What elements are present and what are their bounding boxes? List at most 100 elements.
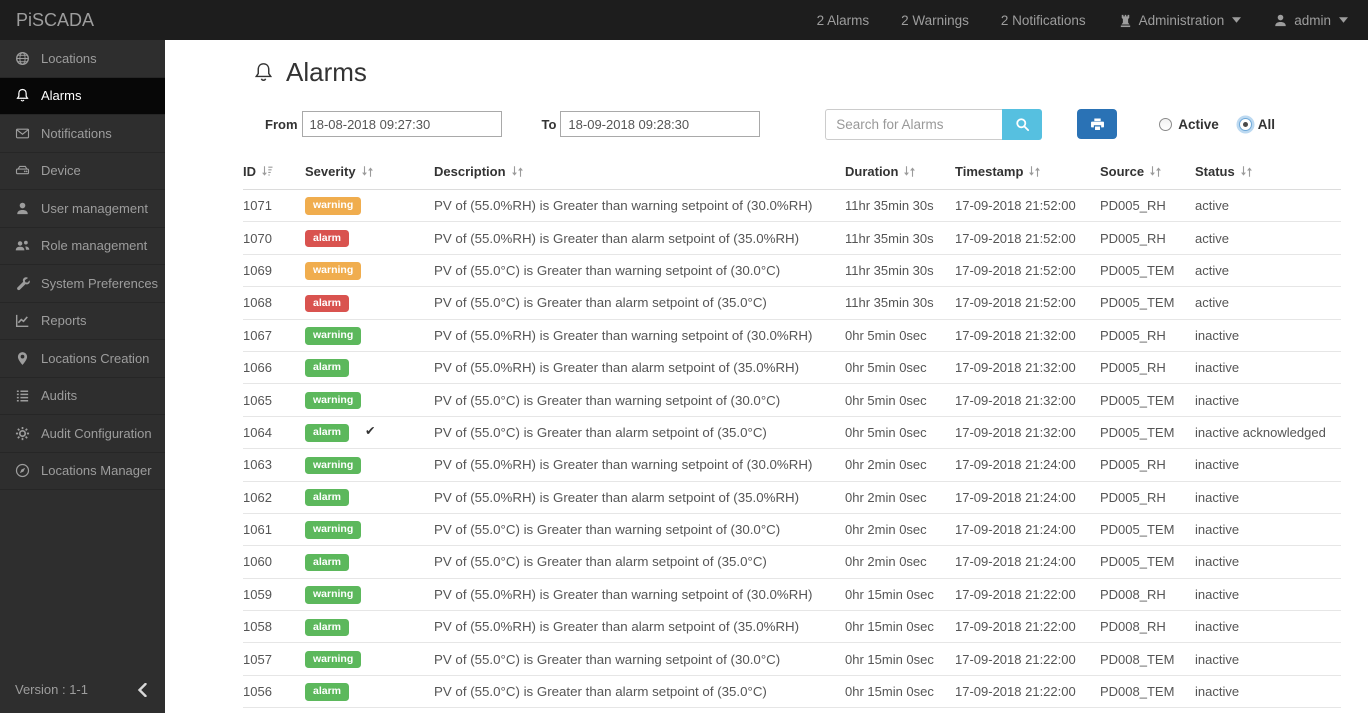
table-row[interactable]: 1059 warning✔ PV of (55.0%RH) is Greater… — [243, 578, 1341, 612]
sidebar-item-locations-manager[interactable]: Locations Manager — [0, 453, 165, 490]
alarm-source: PD005_TEM — [1100, 416, 1195, 450]
search-icon — [1015, 117, 1030, 132]
navbar-notifications-count[interactable]: 2 Notifications — [1001, 13, 1086, 28]
column-header-source[interactable]: Source — [1100, 156, 1195, 190]
sort-icon — [511, 165, 524, 178]
column-header-id[interactable]: ID — [243, 156, 305, 190]
alarm-timestamp: 17-09-2018 21:22:00 — [955, 675, 1100, 709]
sidebar-item-audit-configuration[interactable]: Audit Configuration — [0, 415, 165, 453]
alarm-id: 1060 — [243, 545, 305, 579]
table-row[interactable]: 1058 alarm✔ PV of (55.0%RH) is Greater t… — [243, 610, 1341, 644]
table-row[interactable]: 1063 warning✔ PV of (55.0%RH) is Greater… — [243, 448, 1341, 482]
to-date-input[interactable] — [560, 111, 761, 137]
table-row[interactable]: 1064 alarm ✔ PV of (55.0°C) is Greater th… — [243, 416, 1341, 450]
sidebar-nav: Locations Alarms Notifications Device Us… — [0, 40, 165, 490]
sidebar-item-user-management[interactable]: User management — [0, 190, 165, 228]
sidebar-item-locations[interactable]: Locations — [0, 40, 165, 78]
brand-logo[interactable]: PiSCADA — [0, 10, 110, 31]
table-row[interactable]: 1065 warning✔ PV of (55.0°C) is Greater … — [243, 383, 1341, 417]
sidebar-item-label: Locations Creation — [41, 350, 150, 366]
column-header-status[interactable]: Status — [1195, 156, 1341, 190]
alarm-duration: 11hr 35min 30s — [845, 286, 955, 320]
column-header-severity[interactable]: Severity — [305, 156, 434, 190]
navbar-alarms-count[interactable]: 2 Alarms — [817, 13, 870, 28]
table-row[interactable]: 1071 warning✔ PV of (55.0%RH) is Greater… — [243, 189, 1341, 223]
severity-badge: alarm — [305, 424, 350, 442]
sidebar-item-audits[interactable]: Audits — [0, 378, 165, 415]
alarm-id: 1065 — [243, 383, 305, 417]
severity-cell: alarm✔ — [305, 610, 434, 644]
navbar-right: 2 Alarms 2 Warnings 2 Notifications Admi… — [817, 13, 1368, 28]
search-input[interactable] — [825, 108, 1003, 140]
column-header-label: ID — [243, 164, 256, 179]
alarm-duration: 0hr 2min 0sec — [845, 448, 955, 482]
sidebar-item-system-preferences[interactable]: System Preferences — [0, 265, 165, 303]
alarm-timestamp: 17-09-2018 21:24:00 — [955, 513, 1100, 547]
radio-option-all[interactable]: All — [1238, 116, 1275, 132]
severity-badge: warning — [305, 586, 362, 604]
navbar-warnings-count[interactable]: 2 Warnings — [901, 13, 969, 28]
sidebar-item-notifications[interactable]: Notifications — [0, 115, 165, 153]
table-row[interactable]: 1057 warning✔ PV of (55.0°C) is Greater … — [243, 642, 1341, 676]
sidebar-item-role-management[interactable]: Role management — [0, 228, 165, 265]
table-row[interactable]: 1066 alarm✔ PV of (55.0%RH) is Greater t… — [243, 351, 1341, 385]
sidebar-item-alarms[interactable]: Alarms — [0, 77, 165, 115]
table-row[interactable]: 1070 alarm✔ PV of (55.0%RH) is Greater t… — [243, 221, 1341, 255]
alarm-description: PV of (55.0%RH) is Greater than warning … — [434, 319, 845, 352]
table-row[interactable]: 1060 alarm✔ PV of (55.0°C) is Greater th… — [243, 545, 1341, 579]
severity-badge: alarm — [305, 488, 350, 507]
alarm-duration: 11hr 35min 30s — [845, 254, 955, 288]
alarm-timestamp: 17-09-2018 21:32:00 — [955, 383, 1100, 417]
sidebar-collapse-chevron-icon[interactable] — [137, 682, 147, 697]
rook-icon — [1118, 13, 1133, 28]
alarm-description: PV of (55.0°C) is Greater than warning s… — [434, 383, 845, 417]
alarm-timestamp: 17-09-2018 21:22:00 — [955, 642, 1100, 676]
table-row[interactable]: 1061 warning✔ PV of (55.0°C) is Greater … — [243, 513, 1341, 547]
alarm-source: PD005_RH — [1100, 221, 1195, 255]
column-header-description[interactable]: Description — [434, 156, 845, 190]
table-row[interactable]: 1068 alarm✔ PV of (55.0°C) is Greater th… — [243, 286, 1341, 320]
radio-active[interactable] — [1159, 117, 1173, 131]
alarm-source: PD008_TEM — [1100, 642, 1195, 676]
table-row[interactable]: 1067 warning✔ PV of (55.0%RH) is Greater… — [243, 319, 1341, 352]
severity-cell: warning✔ — [305, 254, 434, 288]
table-body: 1071 warning✔ PV of (55.0%RH) is Greater… — [243, 189, 1341, 709]
table-row[interactable]: 1069 warning✔ PV of (55.0°C) is Greater … — [243, 254, 1341, 288]
sort-icon — [903, 165, 916, 178]
alarm-id: 1063 — [243, 448, 305, 482]
from-date-input[interactable] — [301, 111, 502, 137]
alarm-description: PV of (55.0%RH) is Greater than warning … — [434, 448, 845, 482]
alarm-timestamp: 17-09-2018 21:52:00 — [955, 189, 1100, 223]
column-header-timestamp[interactable]: Timestamp — [955, 156, 1100, 190]
radio-all-label: All — [1257, 116, 1275, 132]
sidebar-item-reports[interactable]: Reports — [0, 303, 165, 340]
alarm-status: inactive — [1195, 545, 1341, 579]
table-row[interactable]: 1056 alarm✔ PV of (55.0°C) is Greater th… — [243, 675, 1341, 709]
column-header-label: Status — [1195, 164, 1235, 179]
table-row[interactable]: 1062 alarm✔ PV of (55.0%RH) is Greater t… — [243, 481, 1341, 514]
alarm-duration: 11hr 35min 30s — [845, 189, 955, 223]
sidebar-item-label: Device — [41, 163, 81, 179]
radio-all[interactable] — [1238, 117, 1252, 131]
alarm-status: inactive — [1195, 675, 1341, 709]
administration-menu[interactable]: Administration — [1118, 13, 1242, 28]
sidebar-item-label: Locations — [41, 50, 97, 66]
user-menu[interactable]: admin — [1273, 13, 1348, 28]
sidebar: Locations Alarms Notifications Device Us… — [0, 40, 165, 713]
sidebar-item-device[interactable]: Device — [0, 153, 165, 190]
alarm-timestamp: 17-09-2018 21:32:00 — [955, 416, 1100, 450]
sidebar-item-locations-creation[interactable]: Locations Creation — [0, 340, 165, 378]
alarm-description: PV of (55.0%RH) is Greater than alarm se… — [434, 481, 845, 514]
main-content: Alarms From To — [165, 40, 1368, 713]
radio-option-active[interactable]: Active — [1159, 117, 1219, 132]
sidebar-item-label: User management — [41, 200, 148, 216]
search-button[interactable] — [1002, 108, 1043, 140]
alarm-timestamp: 17-09-2018 21:52:00 — [955, 286, 1100, 320]
status-filter-group: Active All — [1159, 117, 1275, 132]
alarm-timestamp: 17-09-2018 21:24:00 — [955, 545, 1100, 579]
alarm-description: PV of (55.0%RH) is Greater than alarm se… — [434, 221, 845, 255]
print-button[interactable] — [1077, 109, 1118, 139]
sidebar-item-label: Role management — [41, 238, 148, 254]
column-header-duration[interactable]: Duration — [845, 156, 955, 190]
severity-cell: alarm✔ — [305, 286, 434, 320]
